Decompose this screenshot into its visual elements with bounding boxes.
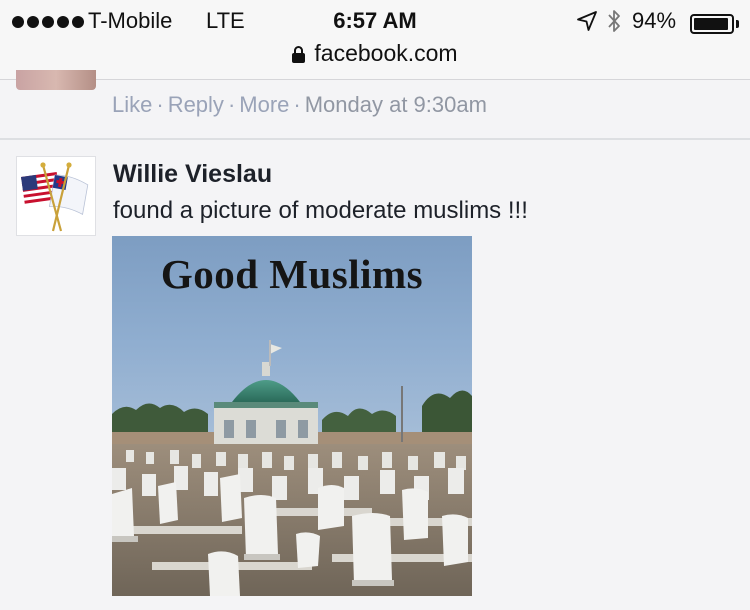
previous-comment-actions: Like · Reply · More · Monday at 9:30am — [112, 92, 487, 118]
comment-divider — [0, 138, 750, 140]
battery-level-fill — [694, 18, 728, 30]
lock-icon — [292, 46, 306, 63]
battery-cap — [736, 20, 739, 28]
battery-percentage: 94% — [632, 8, 677, 33]
status-bar: T-Mobile LTE 6:57 AM 94% facebook.com — [0, 0, 750, 80]
like-link[interactable]: Like — [112, 92, 152, 117]
comment-attachment-image[interactable]: Good Muslims — [112, 236, 472, 596]
battery-icon — [690, 14, 734, 34]
url-text: facebook.com — [314, 40, 458, 66]
separator-dot: · — [227, 92, 236, 117]
comment-author[interactable]: Willie Vieslau — [113, 160, 272, 189]
comment-timestamp[interactable]: Monday at 9:30am — [305, 92, 487, 117]
previous-commenter-avatar[interactable] — [16, 70, 96, 90]
commenter-avatar[interactable] — [16, 156, 96, 236]
image-caption: Good Muslims — [160, 251, 424, 297]
separator-dot: · — [156, 92, 164, 117]
more-link[interactable]: More — [239, 92, 289, 117]
location-arrow-icon — [577, 11, 597, 31]
address-bar[interactable]: facebook.com — [0, 40, 750, 67]
comment-text: found a picture of moderate muslims !!! — [113, 197, 528, 224]
reply-link[interactable]: Reply — [168, 92, 224, 117]
bluetooth-icon — [608, 10, 620, 32]
crossed-flags-icon — [21, 162, 89, 232]
separator-dot: · — [293, 92, 301, 117]
